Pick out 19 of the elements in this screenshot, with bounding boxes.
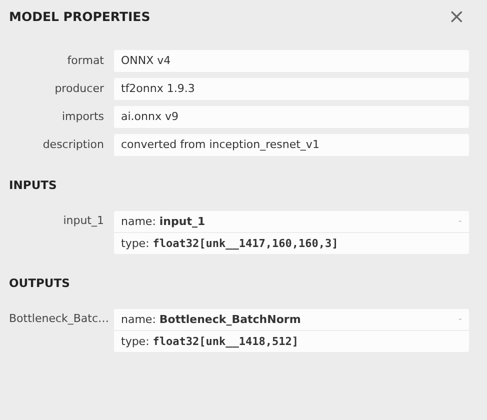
argument-name: name: input_1 [121, 215, 206, 228]
argument-name: name: Bottleneck_BatchNorm [121, 313, 301, 326]
section-heading: OUTPUTS [9, 276, 71, 290]
section-heading: INPUTS [9, 178, 58, 192]
property-label: format [66, 53, 104, 69]
property-label: imports [60, 109, 104, 125]
property-value: ai.onnx v9 [114, 106, 469, 128]
expander-button[interactable]: - [458, 216, 462, 227]
close-button[interactable]: × [444, 6, 469, 26]
argument-label: input_1 [62, 213, 104, 229]
panel-title: MODEL PROPERTIES [9, 8, 150, 24]
property-value: converted from inception_resnet_v1 [114, 134, 469, 156]
property-value: ONNX v4 [114, 50, 469, 72]
property-value: tf2onnx 1.9.3 [114, 78, 469, 100]
expander-button[interactable]: - [458, 314, 462, 325]
argument-type: type: float32[unk__1417,160,160,3] [121, 237, 338, 250]
property-label: producer [54, 81, 104, 97]
argument-type: type: float32[unk__1418,512] [121, 335, 298, 348]
property-label: description [42, 137, 104, 153]
